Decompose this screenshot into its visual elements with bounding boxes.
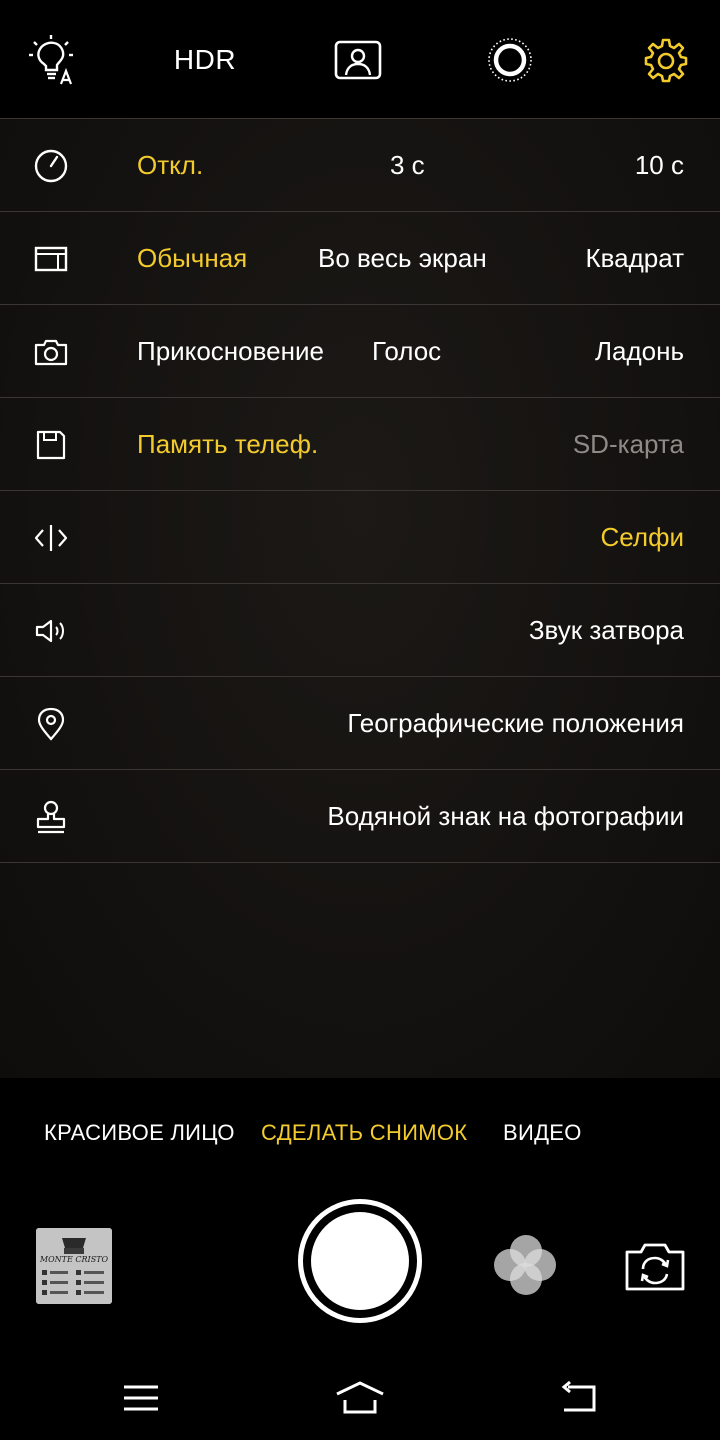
location-row: Географические положения [0,676,720,769]
gallery-thumbnail[interactable]: MONTE CRISTO [36,1228,112,1304]
aspect-fullscreen-option[interactable]: Во весь экран [318,212,487,304]
thumb-caption: MONTE CRISTO [39,1255,109,1264]
aspect-square-option[interactable]: Квадрат [585,212,684,304]
aspect-normal-option[interactable]: Обычная [137,212,247,304]
timer-icon [32,149,70,183]
mode-video[interactable]: ВИДЕО [503,1120,582,1146]
mode-photo[interactable]: СДЕЛАТЬ СНИМОК [261,1120,467,1146]
menu-icon[interactable] [119,1378,163,1418]
location-toggle[interactable]: Географические положения [347,677,684,769]
camera-capture-icon [32,335,70,369]
back-icon[interactable] [558,1378,602,1418]
stamp-icon [32,800,70,834]
mirror-row: Селфи [0,490,720,583]
timer-off-option[interactable]: Откл. [137,119,203,211]
mirror-selfie-toggle[interactable]: Селфи [601,491,684,583]
shutter-button[interactable] [298,1199,422,1323]
capture-palm-option[interactable]: Ладонь [595,305,684,397]
filters-icon[interactable] [494,1235,558,1297]
storage-row: Память телеф. SD-карта [0,397,720,490]
home-icon[interactable] [334,1378,386,1418]
camera-bottom-controls: КРАСИВОЕ ЛИЦО СДЕЛАТЬ СНИМОК ВИДЕО MONTE… [0,1078,720,1440]
auto-flash-icon[interactable] [24,30,80,90]
location-pin-icon [32,707,70,741]
shutter-sound-row: Звук затвора [0,583,720,676]
capture-method-row: Прикосновение Голос Ладонь [0,304,720,397]
settings-gear-icon[interactable] [642,30,690,90]
shutter-sound-toggle[interactable]: Звук затвора [529,584,684,676]
storage-icon [32,428,70,462]
aspect-ratio-icon [32,242,70,276]
live-photo-icon[interactable] [486,30,534,90]
watermark-toggle[interactable]: Водяной знак на фотографии [327,770,684,862]
aspect-ratio-row: Обычная Во весь экран Квадрат [0,211,720,304]
mode-beauty-face[interactable]: КРАСИВОЕ ЛИЦО [44,1120,235,1146]
timer-row: Откл. 3 с 10 с [0,118,720,211]
speaker-icon [32,614,70,648]
shutter-button-inner [311,1212,409,1310]
storage-phone-option[interactable]: Память телеф. [137,398,318,490]
mirror-icon [32,521,70,555]
hdr-toggle[interactable]: HDR [170,30,240,90]
watermark-row: Водяной знак на фотографии [0,769,720,862]
divider [0,862,720,863]
camera-top-bar: HDR [0,0,720,118]
settings-panel: Откл. 3 с 10 с Обычная Во весь экран Ква… [0,118,720,1078]
capture-touch-option[interactable]: Прикосновение [137,305,324,397]
storage-sd-option: SD-карта [572,429,684,459]
timer-10s-option[interactable]: 10 с [635,119,684,211]
switch-camera-icon[interactable] [624,1242,686,1292]
portrait-icon[interactable] [334,30,382,90]
timer-3s-option[interactable]: 3 с [390,119,425,211]
capture-voice-option[interactable]: Голос [372,305,441,397]
